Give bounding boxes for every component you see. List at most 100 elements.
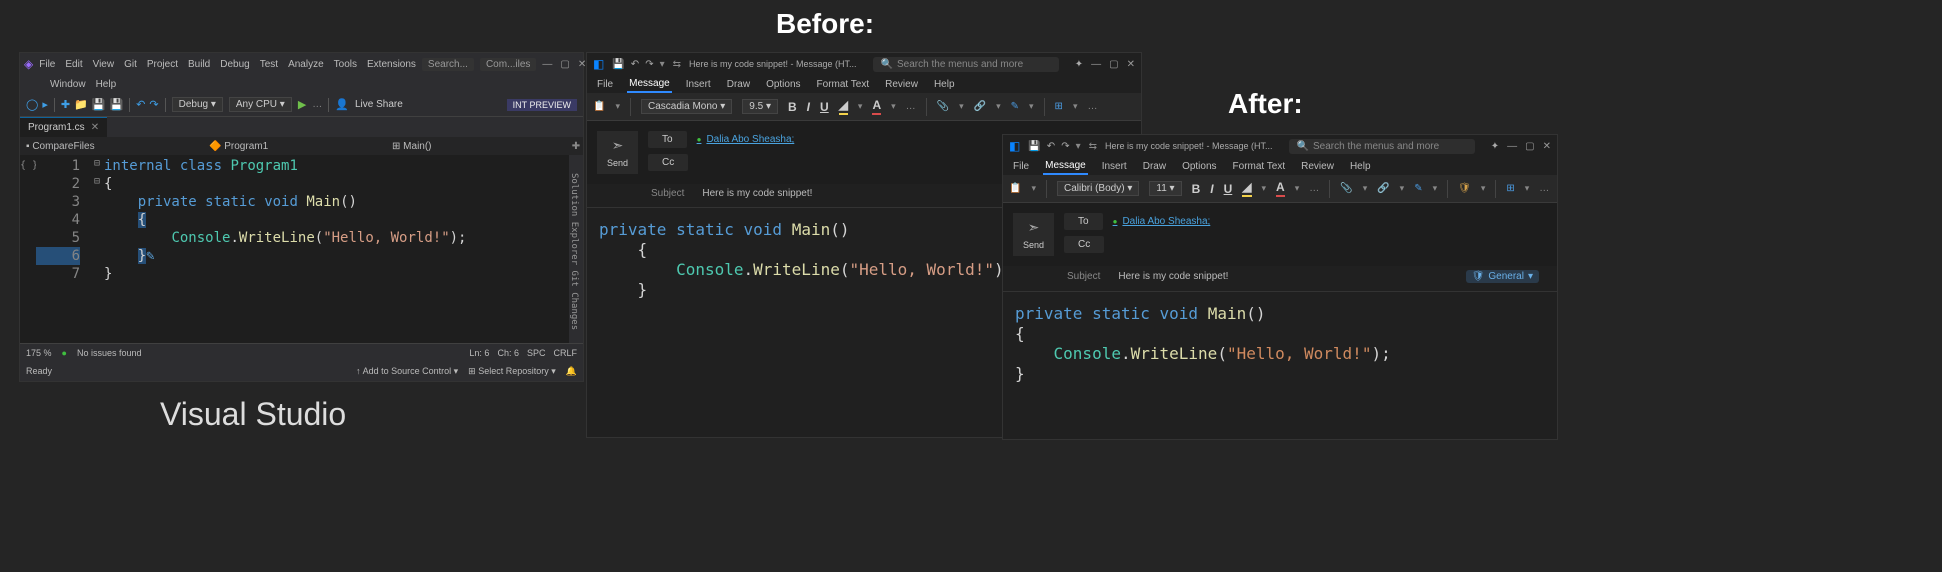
menu-help[interactable]: Help [96, 79, 117, 90]
liveshare-label[interactable]: Live Share [355, 99, 403, 110]
table-icon[interactable]: ⊞ [1055, 101, 1063, 112]
menu-window[interactable]: Window [50, 79, 86, 90]
save-icon[interactable]: 💾 [1028, 141, 1040, 152]
minimize-icon[interactable]: — [1091, 59, 1101, 70]
redo-icon[interactable]: ↷ [645, 59, 653, 70]
redo-icon[interactable]: ↷ [149, 98, 158, 111]
nav-class[interactable]: 🔶 Program1 [203, 141, 386, 152]
undo-icon[interactable]: ↶ [136, 98, 145, 111]
open-icon[interactable]: 📁 [74, 98, 88, 111]
tab-insert[interactable]: Insert [1100, 159, 1129, 174]
tab-insert[interactable]: Insert [684, 77, 713, 92]
tab-formattext[interactable]: Format Text [815, 77, 872, 92]
sensitivity-tag[interactable]: 🛡 General ▾ [1466, 270, 1539, 283]
tab-message[interactable]: Message [1043, 158, 1088, 175]
attach-icon[interactable]: 📎 [937, 101, 949, 112]
to-button[interactable]: To [1064, 213, 1103, 230]
to-button[interactable]: To [648, 131, 687, 148]
paste-icon[interactable]: 📋 [593, 101, 605, 112]
copilot-icon[interactable]: ✦ [1075, 59, 1083, 70]
fontcolor-button[interactable]: A [872, 98, 881, 115]
tab-message[interactable]: Message [627, 76, 672, 93]
cc-button[interactable]: Cc [648, 154, 688, 171]
vs-side-panel[interactable]: Solution Explorer Git Changes [569, 155, 583, 343]
code-area[interactable]: internal class Program1 { private static… [104, 155, 569, 343]
menu-view[interactable]: View [93, 59, 115, 70]
nav-project[interactable]: ▪ CompareFiles [20, 141, 203, 152]
menu-debug[interactable]: Debug [220, 59, 249, 70]
tab-close-icon[interactable]: ✕ [91, 122, 99, 133]
menu-ext[interactable]: Extensions [367, 59, 416, 70]
tab-help[interactable]: Help [932, 77, 957, 92]
menu-file[interactable]: File [39, 59, 55, 70]
tab-review[interactable]: Review [883, 77, 920, 92]
saveall-icon[interactable]: 💾 [109, 98, 123, 111]
table-icon[interactable]: ⊞ [1506, 183, 1514, 194]
menu-edit[interactable]: Edit [65, 59, 82, 70]
platform-dropdown[interactable]: Any CPU ▾ [229, 97, 292, 112]
tab-file[interactable]: File [1011, 159, 1031, 174]
send-button[interactable]: ➣ Send [1013, 213, 1054, 256]
italic-button[interactable]: I [807, 100, 810, 114]
sensitivity-icon[interactable]: 🛡 [1458, 183, 1471, 194]
search-input[interactable]: 🔍 Search the menus and more [1289, 139, 1475, 154]
config-dropdown[interactable]: Debug ▾ [172, 97, 223, 112]
attach-icon[interactable]: 📎 [1340, 183, 1352, 194]
add-source-control[interactable]: ↑ Add to Source Control ▾ [356, 366, 458, 377]
tab-options[interactable]: Options [1180, 159, 1218, 174]
copilot-icon[interactable]: ✦ [1491, 141, 1499, 152]
maximize-icon[interactable]: ▢ [1525, 141, 1534, 152]
save-icon[interactable]: 💾 [92, 98, 106, 111]
signature-icon[interactable]: ✎ [1414, 183, 1422, 194]
editor-tab[interactable]: Program1.cs ✕ [20, 117, 107, 137]
tab-help[interactable]: Help [1348, 159, 1373, 174]
fontsize-dropdown[interactable]: 11 ▾ [1149, 181, 1181, 196]
font-dropdown[interactable]: Cascadia Mono ▾ [641, 99, 732, 114]
tab-file[interactable]: File [595, 77, 615, 92]
liveshare-icon[interactable]: 👤 [335, 98, 349, 111]
back-icon[interactable]: ◯ [26, 98, 38, 111]
undo-icon[interactable]: ↶ [1047, 141, 1055, 152]
vs-search-input[interactable]: Search... [422, 58, 474, 71]
maximize-icon[interactable]: ▢ [560, 59, 569, 70]
subject-input[interactable]: Here is my code snippet! [1118, 271, 1228, 282]
highlight-button[interactable]: ◢ [1242, 180, 1251, 197]
menu-tools[interactable]: Tools [334, 59, 357, 70]
tab-draw[interactable]: Draw [725, 77, 752, 92]
close-icon[interactable]: ✕ [1543, 141, 1551, 152]
mail-body[interactable]: private static void Main() { Console.Wri… [1003, 292, 1557, 439]
forward-icon[interactable]: ▸ [42, 98, 48, 111]
recipient-chip[interactable]: Dalia Abo Sheasha; [1113, 216, 1211, 227]
recipient-chip[interactable]: Dalia Abo Sheasha; [697, 134, 795, 145]
italic-button[interactable]: I [1210, 182, 1213, 196]
bold-button[interactable]: B [788, 100, 797, 114]
menu-project[interactable]: Project [147, 59, 178, 70]
highlight-button[interactable]: ◢ [839, 98, 848, 115]
maximize-icon[interactable]: ▢ [1109, 59, 1118, 70]
underline-button[interactable]: U [1224, 182, 1233, 196]
close-icon[interactable]: ✕ [1127, 59, 1135, 70]
minimize-icon[interactable]: — [1507, 141, 1517, 152]
tab-draw[interactable]: Draw [1141, 159, 1168, 174]
tab-review[interactable]: Review [1299, 159, 1336, 174]
vs-solution-name[interactable]: Com...iles [480, 58, 536, 71]
menu-analyze[interactable]: Analyze [288, 59, 324, 70]
new-icon[interactable]: ✚ [61, 98, 70, 111]
search-input[interactable]: 🔍 Search the menus and more [873, 57, 1059, 72]
menu-test[interactable]: Test [260, 59, 278, 70]
link-icon[interactable]: 🔗 [974, 101, 986, 112]
select-repo[interactable]: ⊞ Select Repository ▾ [468, 366, 556, 377]
minimize-icon[interactable]: — [542, 59, 552, 70]
tab-options[interactable]: Options [764, 77, 802, 92]
save-icon[interactable]: 💾 [612, 59, 624, 70]
fontcolor-button[interactable]: A [1276, 180, 1285, 197]
font-dropdown[interactable]: Calibri (Body) ▾ [1057, 181, 1139, 196]
indent-mode[interactable]: SPC [527, 348, 546, 358]
qat-dd-icon[interactable]: ▾ [1076, 141, 1081, 152]
redo-icon[interactable]: ↷ [1061, 141, 1069, 152]
qat-dd-icon[interactable]: ▾ [660, 59, 665, 70]
fontsize-dropdown[interactable]: 9.5 ▾ [742, 99, 778, 114]
underline-button[interactable]: U [820, 100, 829, 114]
menu-git[interactable]: Git [124, 59, 137, 70]
issues-status[interactable]: No issues found [77, 348, 142, 358]
